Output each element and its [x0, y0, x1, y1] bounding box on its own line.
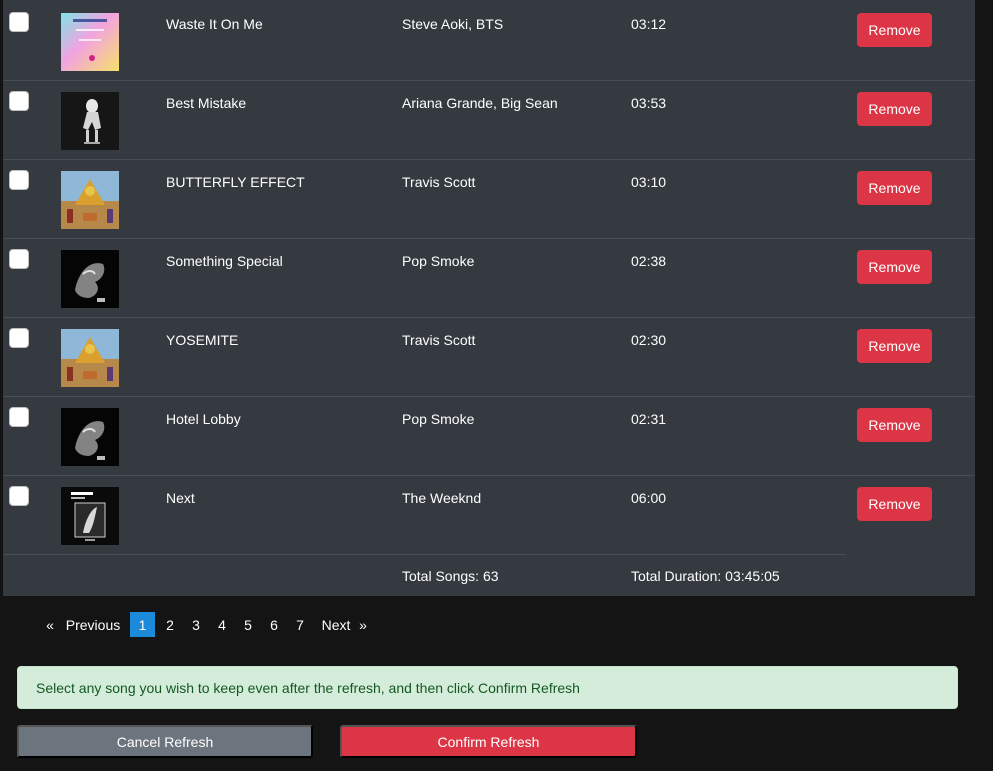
song-artist: The Weeknd: [402, 490, 482, 506]
remove-button[interactable]: Remove: [857, 171, 932, 205]
song-title: Best Mistake: [166, 95, 247, 111]
album-art: [61, 92, 119, 150]
song-checkbox[interactable]: [9, 328, 29, 348]
page-link[interactable]: 6: [261, 612, 287, 637]
song-duration: 02:30: [631, 332, 667, 348]
table-row: BUTTERFLY EFFECT Travis Scott 03:10 Remo…: [3, 159, 975, 239]
page-link[interactable]: 3: [183, 612, 209, 637]
song-duration: 02:38: [631, 253, 667, 269]
song-title: YOSEMITE: [166, 332, 239, 348]
page-link[interactable]: 5: [235, 612, 261, 637]
table-row: Waste It On Me Steve Aoki, BTS 03:12 Rem…: [3, 1, 975, 81]
song-artist: Travis Scott: [402, 332, 476, 348]
alert-message: Select any song you wish to keep even af…: [36, 679, 580, 696]
song-checkbox[interactable]: [9, 407, 29, 427]
song-checkbox[interactable]: [9, 12, 29, 32]
table-row: YOSEMITE Travis Scott 02:30 Remove: [3, 317, 975, 397]
song-title: BUTTERFLY EFFECT: [166, 174, 305, 190]
song-artist: Pop Smoke: [402, 411, 475, 427]
next-arrow-icon[interactable]: »: [355, 612, 371, 637]
table-footer: Total Songs: 63 Total Duration: 03:45:05: [3, 554, 975, 596]
song-checkbox[interactable]: [9, 486, 29, 506]
table-row: Something Special Pop Smoke 02:38 Remove: [3, 238, 975, 318]
song-checkbox[interactable]: [9, 91, 29, 111]
album-art: [61, 329, 119, 387]
song-duration: 03:12: [631, 16, 667, 32]
song-artist: Ariana Grande, Big Sean: [402, 95, 558, 111]
total-songs: Total Songs: 63: [402, 568, 499, 584]
remove-button[interactable]: Remove: [857, 408, 932, 442]
previous-arrow-icon[interactable]: «: [42, 612, 58, 637]
remove-button[interactable]: Remove: [857, 487, 932, 521]
song-duration: 03:10: [631, 174, 667, 190]
pagination: « Previous 1 2 3 4 5 6 7 Next »: [42, 612, 371, 637]
song-artist: Pop Smoke: [402, 253, 475, 269]
table-row: Hotel Lobby Pop Smoke 02:31 Remove: [3, 396, 975, 476]
song-artist: Travis Scott: [402, 174, 476, 190]
song-title: Something Special: [166, 253, 283, 269]
song-duration: 03:53: [631, 95, 667, 111]
album-art: [61, 171, 119, 229]
page-link-current[interactable]: 1: [130, 612, 155, 637]
song-title: Hotel Lobby: [166, 411, 241, 427]
album-art: [61, 250, 119, 308]
previous-page-link[interactable]: Previous: [58, 612, 128, 637]
song-checkbox[interactable]: [9, 170, 29, 190]
total-duration: Total Duration: 03:45:05: [631, 568, 780, 584]
song-duration: 02:31: [631, 411, 667, 427]
remove-button[interactable]: Remove: [857, 329, 932, 363]
remove-button[interactable]: Remove: [857, 250, 932, 284]
table-row: Next The Weeknd 06:00 Remove: [3, 475, 975, 554]
album-art: [61, 408, 119, 466]
next-page-link[interactable]: Next: [317, 612, 355, 637]
song-title: Waste It On Me: [166, 16, 263, 32]
cancel-refresh-button[interactable]: Cancel Refresh: [17, 725, 313, 758]
song-title: Next: [166, 490, 195, 506]
playlist-table: Waste It On Me Steve Aoki, BTS 03:12 Rem…: [3, 0, 975, 596]
song-checkbox[interactable]: [9, 249, 29, 269]
song-duration: 06:00: [631, 490, 667, 506]
page-link[interactable]: 2: [157, 612, 183, 637]
table-row: Best Mistake Ariana Grande, Big Sean 03:…: [3, 80, 975, 160]
page-link[interactable]: 4: [209, 612, 235, 637]
album-art: [61, 487, 119, 545]
album-art: [61, 13, 119, 71]
footer-divider: [3, 554, 846, 555]
song-artist: Steve Aoki, BTS: [402, 16, 504, 32]
confirm-refresh-button[interactable]: Confirm Refresh: [340, 725, 637, 758]
remove-button[interactable]: Remove: [857, 92, 932, 126]
info-alert: Select any song you wish to keep even af…: [17, 666, 958, 709]
page-link[interactable]: 7: [287, 612, 313, 637]
remove-button[interactable]: Remove: [857, 13, 932, 47]
